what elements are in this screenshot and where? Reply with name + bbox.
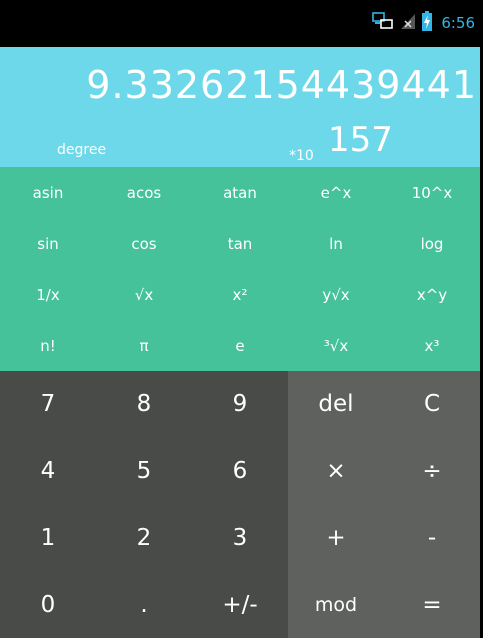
asin-key[interactable]: asin xyxy=(0,167,96,218)
mod-key[interactable]: mod xyxy=(288,571,384,638)
square-key[interactable]: x² xyxy=(192,269,288,320)
delete-key[interactable]: del xyxy=(288,371,384,438)
angle-mode-toggle[interactable]: degree xyxy=(57,142,106,158)
digit-4-key[interactable]: 4 xyxy=(0,438,96,505)
status-icons: 6:56 xyxy=(372,11,475,35)
digit-0-key[interactable]: 0 xyxy=(0,571,96,638)
digit-6-key[interactable]: 6 xyxy=(192,438,288,505)
power-key[interactable]: x^y xyxy=(384,269,480,320)
multiply-key[interactable]: × xyxy=(288,438,384,505)
cube-root-key[interactable]: ³√x xyxy=(288,320,384,371)
operator-keypad: del C × ÷ + - mod = xyxy=(288,371,480,638)
ten-power-key[interactable]: 10^x xyxy=(384,167,480,218)
atan-key[interactable]: atan xyxy=(192,167,288,218)
cube-key[interactable]: x³ xyxy=(384,320,480,371)
add-key[interactable]: + xyxy=(288,505,384,572)
reciprocal-key[interactable]: 1/x xyxy=(0,269,96,320)
calculator-display: 9.33262154439441 degree *10 157 xyxy=(0,47,480,167)
cos-key[interactable]: cos xyxy=(96,218,192,269)
digit-9-key[interactable]: 9 xyxy=(192,371,288,438)
decimal-point-key[interactable]: . xyxy=(96,571,192,638)
divide-key[interactable]: ÷ xyxy=(384,438,480,505)
number-keypad: 7 8 9 4 5 6 1 2 3 0 . +/- xyxy=(0,371,288,638)
digit-2-key[interactable]: 2 xyxy=(96,505,192,572)
factorial-key[interactable]: n! xyxy=(0,320,96,371)
network-icon xyxy=(372,11,394,35)
digit-7-key[interactable]: 7 xyxy=(0,371,96,438)
exponent-value: 157 xyxy=(328,120,393,160)
equals-key[interactable]: = xyxy=(384,571,480,638)
e-key[interactable]: e xyxy=(192,320,288,371)
clock: 6:56 xyxy=(441,14,475,32)
battery-charging-icon xyxy=(422,11,433,35)
status-bar: 6:56 xyxy=(0,0,483,47)
digit-3-key[interactable]: 3 xyxy=(192,505,288,572)
digit-5-key[interactable]: 5 xyxy=(96,438,192,505)
exp-key[interactable]: e^x xyxy=(288,167,384,218)
square-root-key[interactable]: √x xyxy=(96,269,192,320)
exponent-base: *10 xyxy=(289,148,314,164)
ln-key[interactable]: ln xyxy=(288,218,384,269)
sign-toggle-key[interactable]: +/- xyxy=(192,571,288,638)
digit-8-key[interactable]: 8 xyxy=(96,371,192,438)
scientific-keypad: asin acos atan e^x 10^x sin cos tan ln l… xyxy=(0,167,480,371)
tan-key[interactable]: tan xyxy=(192,218,288,269)
sin-key[interactable]: sin xyxy=(0,218,96,269)
result-value: 9.33262154439441 xyxy=(86,63,477,107)
clear-key[interactable]: C xyxy=(384,371,480,438)
pi-key[interactable]: π xyxy=(96,320,192,371)
signal-icon xyxy=(400,12,416,34)
nth-root-key[interactable]: y√x xyxy=(288,269,384,320)
digit-1-key[interactable]: 1 xyxy=(0,505,96,572)
acos-key[interactable]: acos xyxy=(96,167,192,218)
log-key[interactable]: log xyxy=(384,218,480,269)
subtract-key[interactable]: - xyxy=(384,505,480,572)
